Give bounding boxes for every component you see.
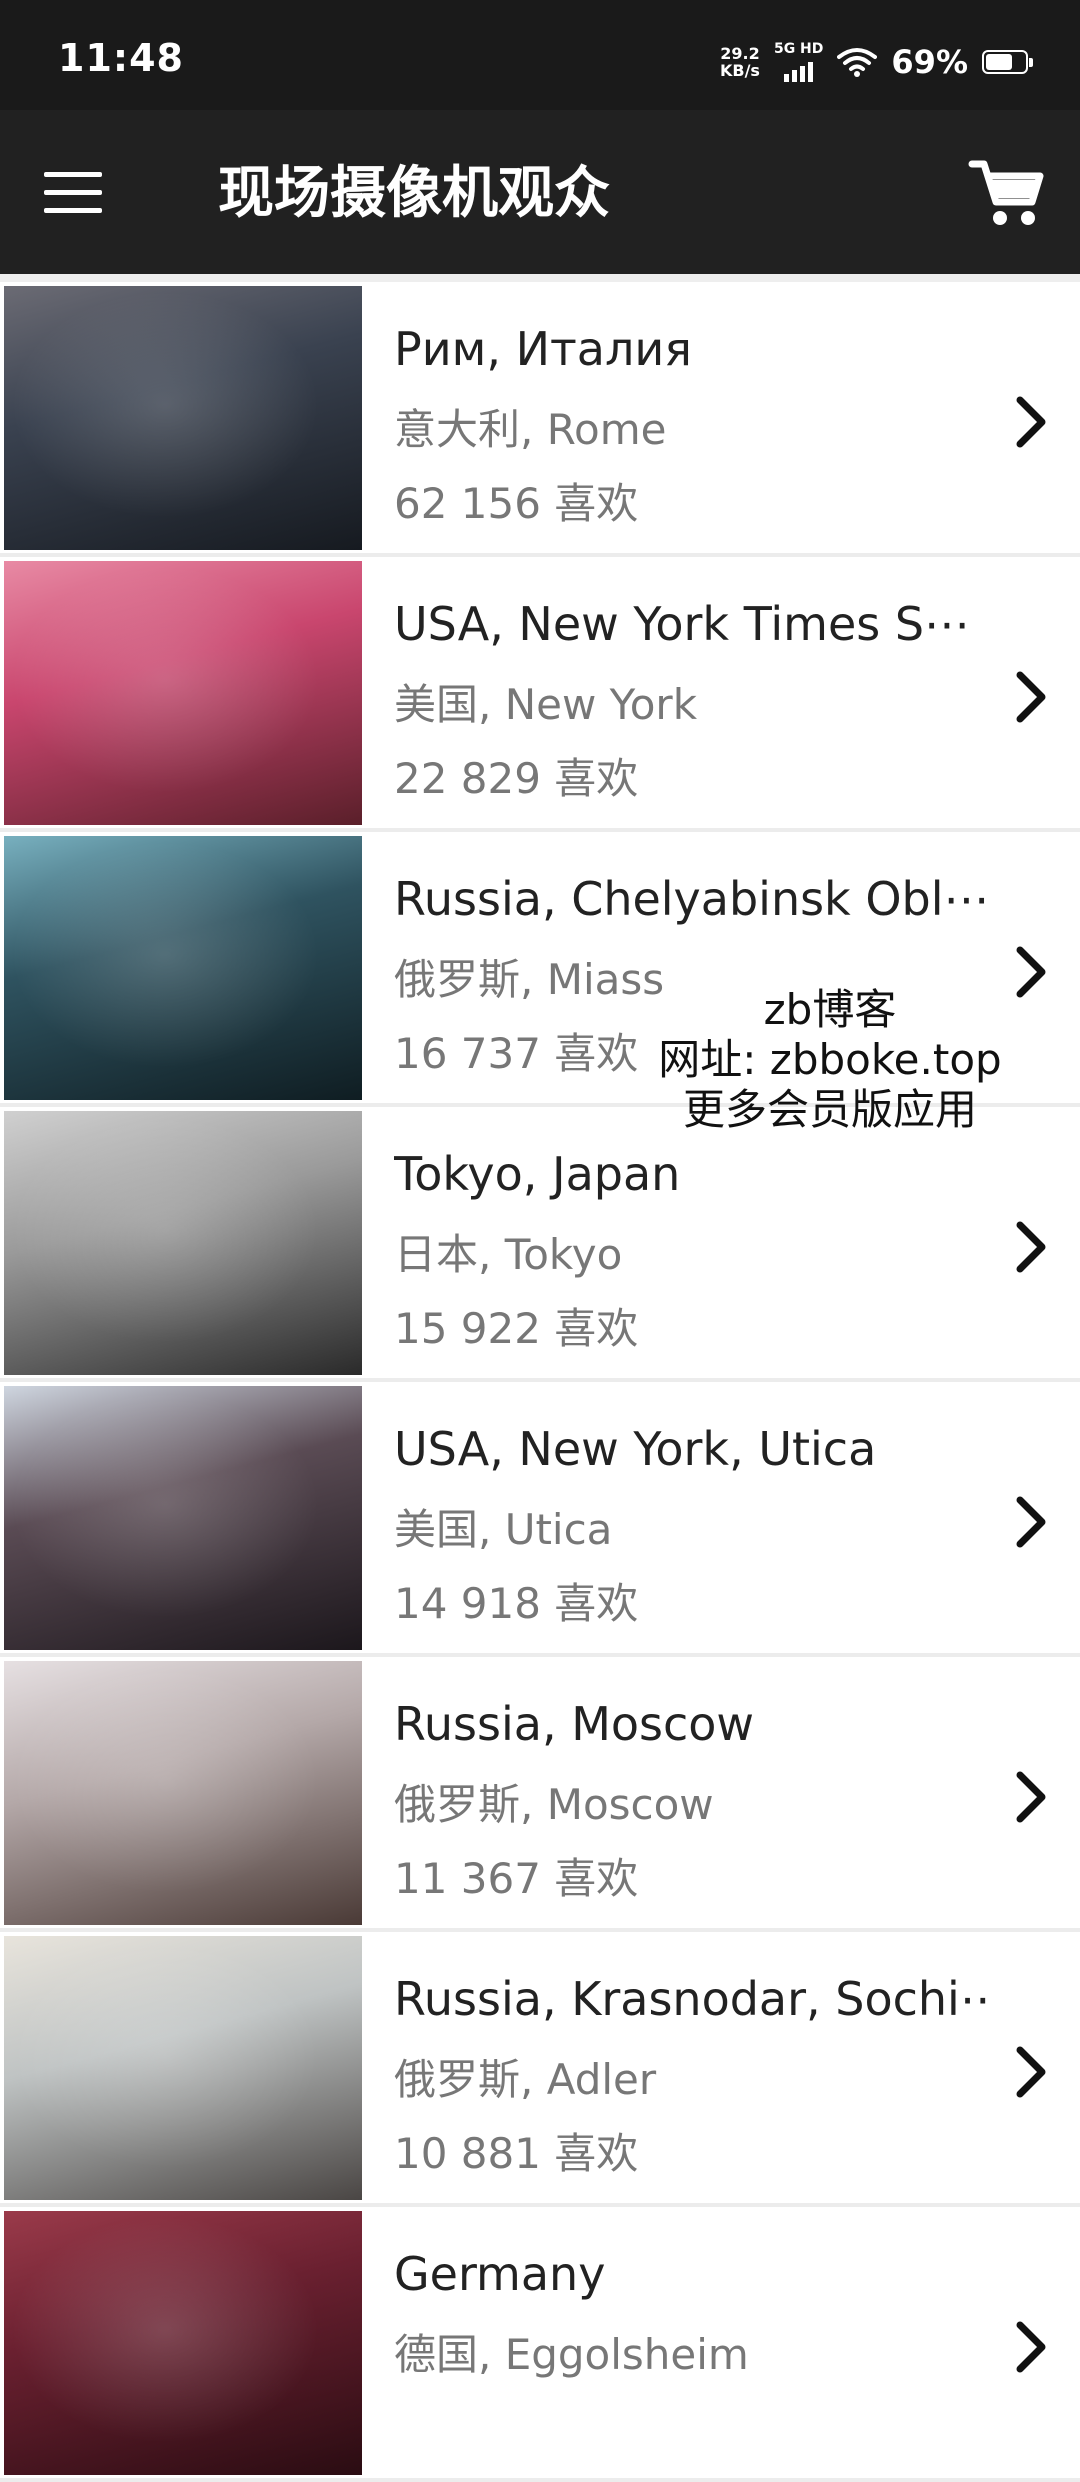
battery-icon	[982, 50, 1033, 74]
camera-likes: 11 367 喜欢	[394, 1854, 639, 1903]
camera-thumbnail[interactable]	[4, 561, 362, 825]
camera-likes: 14 918 喜欢	[394, 1579, 639, 1628]
camera-list-item[interactable]: Tokyo, Japan 日本, Tokyo 15 922 喜欢	[0, 1107, 1080, 1382]
camera-thumbnail[interactable]	[4, 1386, 362, 1650]
watermark-line-3: 更多会员版应用	[682, 1085, 977, 1134]
camera-location: 美国, New York	[394, 680, 698, 729]
chevron-right-icon[interactable]	[1012, 669, 1052, 725]
camera-list-item[interactable]: Рим, Италия 意大利, Rome 62 156 喜欢	[0, 282, 1080, 557]
app-bar: 现场摄像机观众	[0, 110, 1080, 274]
network-speed-unit: KB/s	[719, 61, 760, 80]
camera-list-item[interactable]: USA, New York Times S⋯ 美国, New York 22 829…	[0, 557, 1080, 832]
cell-signal: 5G HD	[774, 42, 823, 82]
camera-title: Рим, Италия	[394, 322, 692, 376]
wifi-icon	[837, 48, 878, 77]
watermark-text: zb博客 网址: zbboke.top 更多会员版应用	[630, 985, 1030, 1135]
status-time: 11:48	[58, 36, 184, 80]
camera-list-item[interactable]: Russia, Krasnodar, Sochi⋯ 俄罗斯, Adler 10 88…	[0, 1932, 1080, 2207]
network-type: 5G HD	[773, 41, 824, 57]
network-speed-value: 29.2	[720, 44, 760, 63]
camera-title: Germany	[394, 2247, 606, 2301]
camera-location: 俄罗斯, Miass	[394, 955, 665, 1004]
network-speed: 29.2 KB/s	[720, 45, 760, 79]
camera-thumbnail[interactable]	[4, 836, 362, 1100]
app-title: 现场摄像机观众	[218, 161, 610, 226]
camera-list: Рим, Италия 意大利, Rome 62 156 喜欢 USA, New Yo…	[0, 274, 1080, 2482]
camera-likes: 16 737 喜欢	[394, 1029, 639, 1078]
watermark-line-2: 网址: zbboke.top	[658, 1035, 1002, 1084]
shopping-cart-icon[interactable]	[966, 156, 1046, 232]
camera-likes: 15 922 喜欢	[394, 1304, 639, 1353]
watermark-line-1: zb博客	[763, 985, 897, 1034]
camera-likes: 22 829 喜欢	[394, 754, 639, 803]
camera-list-item[interactable]: Germany 德国, Eggolsheim	[0, 2207, 1080, 2482]
camera-thumbnail[interactable]	[4, 1936, 362, 2200]
chevron-right-icon[interactable]	[1012, 1219, 1052, 1275]
chevron-right-icon[interactable]	[1012, 394, 1052, 450]
hamburger-menu-icon[interactable]	[44, 160, 124, 224]
camera-title: Russia, Moscow	[394, 1697, 755, 1751]
camera-thumbnail[interactable]	[4, 1111, 362, 1375]
camera-list-item[interactable]: Russia, Moscow 俄罗斯, Moscow 11 367 喜欢	[0, 1657, 1080, 1932]
camera-likes: 62 156 喜欢	[394, 479, 639, 528]
camera-thumbnail[interactable]	[4, 286, 362, 550]
camera-location: 德国, Eggolsheim	[394, 2330, 749, 2379]
signal-bars-icon	[784, 58, 814, 82]
camera-thumbnail[interactable]	[4, 1661, 362, 1925]
camera-title: Tokyo, Japan	[394, 1147, 681, 1201]
camera-likes: 10 881 喜欢	[394, 2129, 639, 2178]
chevron-right-icon[interactable]	[1012, 2319, 1052, 2375]
status-bar: 11:48 29.2 KB/s 5G HD 69%	[0, 0, 1080, 110]
camera-thumbnail[interactable]	[4, 2211, 362, 2475]
camera-title: Russia, Krasnodar, Sochi⋯	[394, 1972, 994, 2026]
status-icons: 29.2 KB/s 5G HD 69%	[720, 40, 1033, 84]
camera-title: USA, New York Times S⋯	[394, 597, 971, 651]
camera-title: Russia, Chelyabinsk Obl⋯	[394, 872, 990, 926]
camera-location: 俄罗斯, Moscow	[394, 1780, 714, 1829]
list-top-divider	[0, 274, 1080, 282]
camera-location: 意大利, Rome	[394, 405, 667, 454]
battery-fill	[986, 54, 1013, 70]
camera-location: 日本, Tokyo	[394, 1230, 623, 1279]
camera-location: 俄罗斯, Adler	[394, 2055, 657, 2104]
camera-list-item[interactable]: USA, New York, Utica 美国, Utica 14 918 喜欢	[0, 1382, 1080, 1657]
battery-percent: 69%	[891, 43, 968, 81]
chevron-right-icon[interactable]	[1012, 2044, 1052, 2100]
camera-title: USA, New York, Utica	[394, 1422, 877, 1476]
camera-location: 美国, Utica	[394, 1505, 613, 1554]
chevron-right-icon[interactable]	[1012, 1494, 1052, 1550]
chevron-right-icon[interactable]	[1012, 1769, 1052, 1825]
